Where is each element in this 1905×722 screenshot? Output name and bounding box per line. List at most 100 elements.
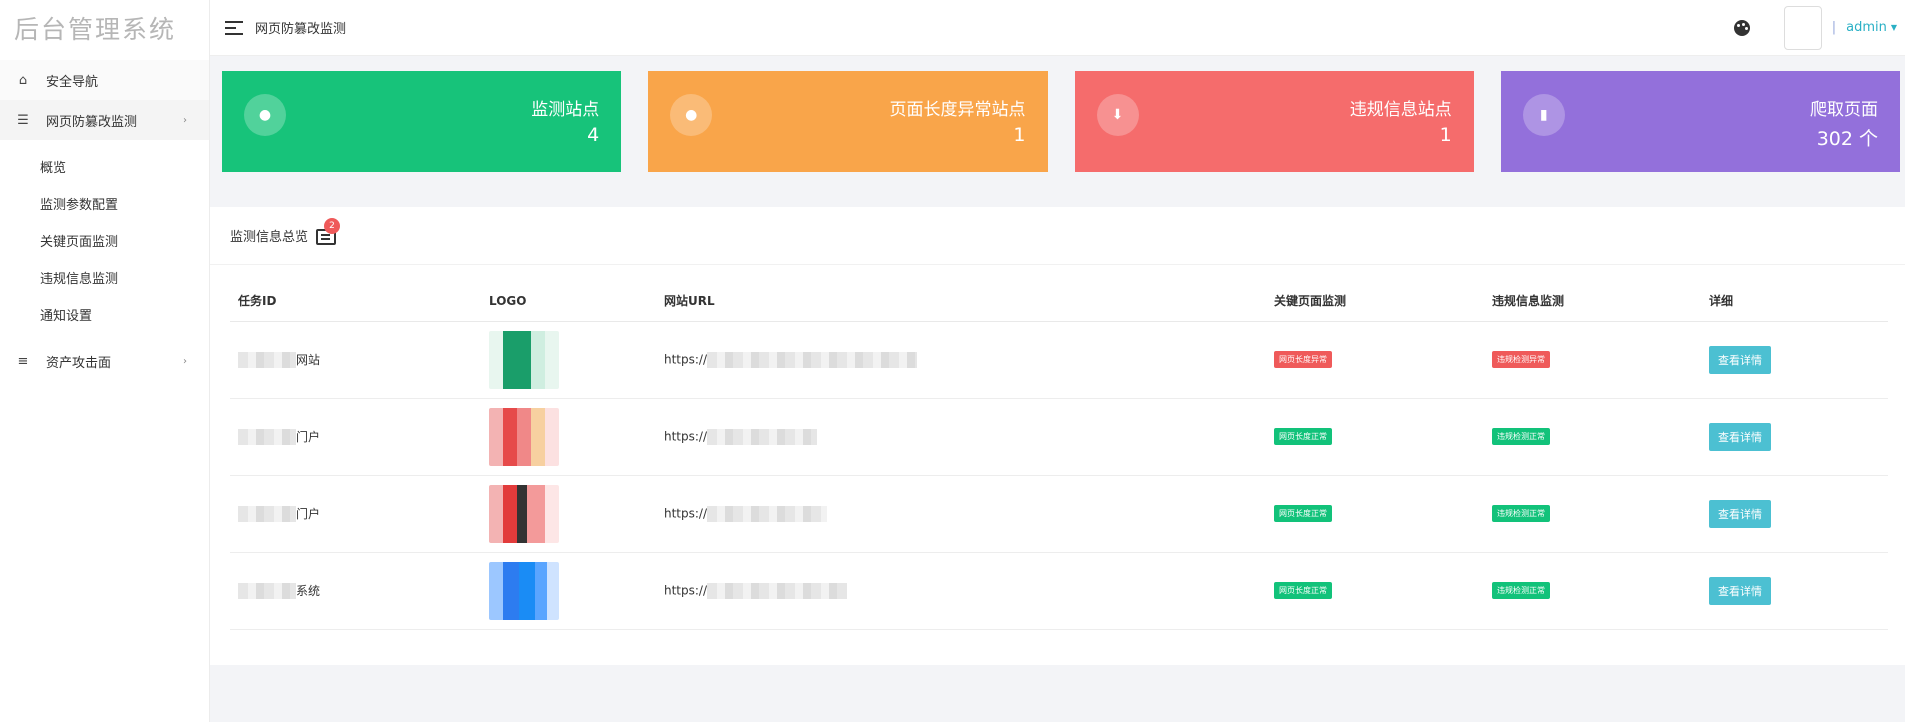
task-id-suffix: 系统: [296, 583, 321, 598]
logo-cell: [481, 398, 656, 476]
table-row: 系统 https:// 网页长度正常 违规检测正常 查看详情: [230, 552, 1888, 630]
status-badge: 网页长度正常: [1274, 505, 1332, 522]
home-icon: ⌂: [18, 72, 28, 88]
key-status-cell: 网页长度异常: [1266, 321, 1484, 399]
view-details-button[interactable]: 查看详情: [1709, 576, 1771, 605]
stat-value: 1: [1013, 124, 1026, 146]
url-cell: https://: [656, 552, 1266, 630]
page-title: 网页防篡改监测: [255, 22, 347, 37]
topbar-right: | admin ▼: [1733, 5, 1897, 50]
logo-cell: [481, 552, 656, 630]
avatar[interactable]: [1783, 5, 1822, 50]
column-header: LOGO: [481, 281, 656, 322]
clipboard-icon: ▮: [1522, 94, 1565, 136]
caret-down-icon[interactable]: ▼: [1891, 23, 1897, 32]
sidebar-item-tamper-monitor[interactable]: ☰ 网页防篡改监测 ›: [0, 100, 209, 140]
task-id-suffix: 门户: [296, 429, 321, 444]
sidebar-menu: ⌂ 安全导航 ☰ 网页防篡改监测 ›: [0, 60, 209, 140]
task-id-cell: 网站: [230, 321, 481, 399]
column-header: 违规信息监测: [1484, 281, 1701, 322]
vio-status-cell: 违规检测异常: [1484, 321, 1701, 399]
stat-value: 4: [587, 124, 600, 146]
sidebar-subitem-key-pages[interactable]: 关键页面监测: [0, 222, 209, 259]
site-logo: [489, 561, 559, 620]
status-badge: 违规检测正常: [1492, 582, 1550, 599]
key-status-cell: 网页长度正常: [1266, 552, 1484, 630]
redacted-url: [707, 428, 818, 445]
menu-icon: ≡: [17, 353, 29, 369]
message-icon[interactable]: 2: [316, 217, 341, 245]
chevron-right-icon: ›: [183, 114, 187, 126]
stat-card-monitored: ● 监测站点 4: [222, 71, 622, 172]
sidebar-item-security-nav[interactable]: ⌂ 安全导航: [0, 60, 209, 100]
task-id-cell: 门户: [230, 398, 481, 476]
monitor-panel: 监测信息总览 2 任务ID LOGO 网站URL 关键页面监测 违规信息监测 详…: [210, 207, 1905, 665]
stat-label: 爬取页面: [1810, 100, 1878, 120]
chevron-right-icon: ›: [183, 355, 187, 367]
action-cell: 查看详情: [1701, 552, 1888, 630]
table-row: 门户 https:// 网页长度正常 违规检测正常 查看详情: [230, 475, 1888, 553]
vio-status-cell: 违规检测正常: [1484, 475, 1701, 553]
sidebar-submenu: 概览 监测参数配置 关键页面监测 违规信息监测 通知设置: [0, 140, 209, 341]
action-cell: 查看详情: [1701, 398, 1888, 476]
stat-value: 302 个: [1816, 128, 1878, 150]
vio-status-cell: 违规检测正常: [1484, 552, 1701, 630]
status-badge: 违规检测正常: [1492, 428, 1550, 445]
user-menu[interactable]: admin: [1846, 20, 1887, 35]
topbar: 网页防篡改监测 | admin ▼: [210, 0, 1905, 56]
divider: |: [1831, 20, 1837, 35]
redacted-text: [238, 583, 296, 600]
redacted-text: [238, 352, 296, 369]
url-prefix: https://: [664, 352, 708, 366]
brand-logo: 后台管理系统: [14, 15, 177, 44]
list-icon: ☰: [17, 112, 29, 128]
sidebar-subitem-violations[interactable]: 违规信息监测: [0, 259, 209, 296]
status-badge: 网页长度正常: [1274, 428, 1332, 445]
task-id-suffix: 门户: [296, 506, 321, 521]
sidebar-item-label: 安全导航: [46, 74, 99, 90]
download-icon: ⬇: [1096, 94, 1139, 136]
view-details-button[interactable]: 查看详情: [1709, 499, 1771, 528]
redacted-url: [707, 505, 828, 522]
hamburger-icon[interactable]: [225, 20, 243, 35]
table-header-row: 任务ID LOGO 网站URL 关键页面监测 违规信息监测 详细: [230, 281, 1888, 322]
column-header: 关键页面监测: [1266, 281, 1484, 322]
logo-cell: [481, 475, 656, 553]
site-logo: [489, 330, 559, 389]
view-details-button[interactable]: 查看详情: [1709, 345, 1771, 374]
column-header: 任务ID: [230, 281, 481, 322]
notification-badge: 2: [324, 217, 341, 234]
sidebar-menu-2: ≡ 资产攻击面 ›: [0, 341, 209, 381]
action-cell: 查看详情: [1701, 321, 1888, 399]
stat-label: 页面长度异常站点: [889, 100, 1026, 120]
site-logo: [489, 484, 559, 543]
status-badge: 违规检测异常: [1492, 351, 1550, 368]
palette-icon[interactable]: [1733, 19, 1750, 36]
task-id-cell: 门户: [230, 475, 481, 553]
key-status-cell: 网页长度正常: [1266, 475, 1484, 553]
table-row: 网站 https:// 网页长度异常 违规检测异常 查看详情: [230, 321, 1888, 399]
column-header: 详细: [1701, 281, 1888, 322]
sidebar-subitem-overview[interactable]: 概览: [0, 148, 209, 185]
redacted-url: [707, 582, 848, 599]
stat-label: 监测站点: [531, 100, 600, 120]
redacted-url: [707, 351, 918, 368]
url-prefix: https://: [664, 506, 708, 520]
sidebar-subitem-notify[interactable]: 通知设置: [0, 296, 209, 333]
redacted-text: [238, 506, 296, 523]
vio-status-cell: 违规检测正常: [1484, 398, 1701, 476]
url-cell: https://: [656, 475, 1266, 553]
view-details-button[interactable]: 查看详情: [1709, 422, 1771, 451]
sidebar-item-attack-surface[interactable]: ≡ 资产攻击面 ›: [0, 341, 209, 381]
status-badge: 网页长度正常: [1274, 582, 1332, 599]
stat-card-crawled: ▮ 爬取页面 302 个: [1500, 71, 1900, 172]
stat-card-violation: ⬇ 违规信息站点 1: [1074, 71, 1474, 172]
sidebar-item-label: 资产攻击面: [46, 355, 112, 371]
sidebar-subitem-params[interactable]: 监测参数配置: [0, 185, 209, 222]
monitor-table: 任务ID LOGO 网站URL 关键页面监测 违规信息监测 详细 网站 http…: [230, 281, 1888, 630]
panel-header: 监测信息总览 2: [210, 207, 1905, 265]
stat-card-length-abnormal: ● 页面长度异常站点 1: [648, 71, 1048, 172]
status-badge: 违规检测正常: [1492, 505, 1550, 522]
stat-cards: ● 监测站点 4 ● 页面长度异常站点 1 ⬇ 违规信息站点 1 ▮ 爬取页面 …: [222, 71, 1900, 172]
redacted-text: [238, 429, 296, 446]
